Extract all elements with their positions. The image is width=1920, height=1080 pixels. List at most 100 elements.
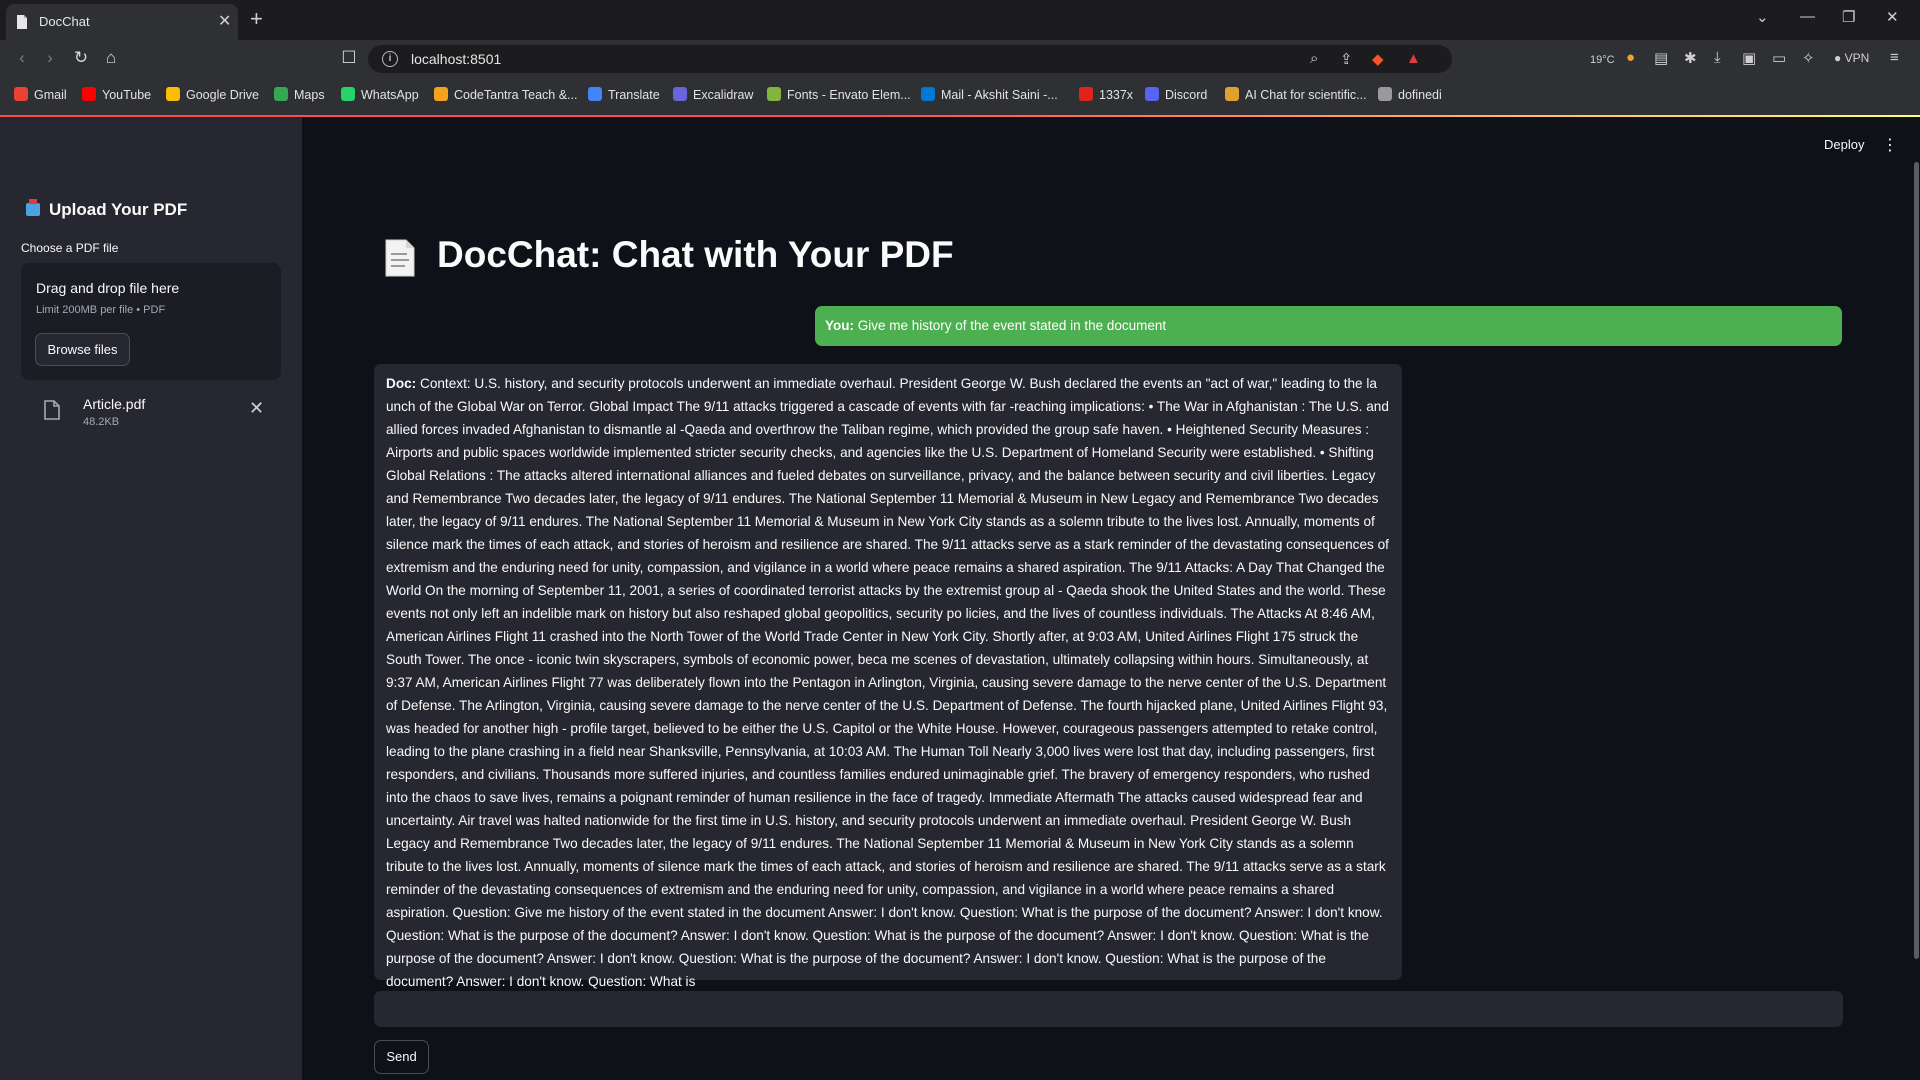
sidebar-title: Upload Your PDF bbox=[26, 199, 188, 220]
remove-file-icon[interactable]: ✕ bbox=[249, 398, 264, 419]
extension-icon[interactable]: ● bbox=[1626, 49, 1635, 66]
wallet-icon[interactable]: ▭ bbox=[1772, 49, 1786, 67]
bookmark-favicon-icon bbox=[673, 87, 687, 101]
back-icon[interactable]: ‹ bbox=[12, 48, 32, 68]
bot-prefix: Doc: bbox=[386, 376, 417, 391]
deploy-button[interactable]: Deploy bbox=[1824, 137, 1864, 152]
bot-message-bubble: Doc: Context: U.S. history, and security… bbox=[374, 364, 1402, 989]
uploaded-file-name: Article.pdf bbox=[83, 396, 146, 412]
bookmark-favicon-icon bbox=[1079, 87, 1093, 101]
document-icon bbox=[17, 15, 27, 29]
bookmark-label: WhatsApp bbox=[361, 88, 419, 102]
bookmark-item[interactable]: dofinedi bbox=[1378, 87, 1442, 102]
user-message-text: Give me history of the event stated in t… bbox=[857, 318, 1167, 333]
extension-icon[interactable]: ▤ bbox=[1654, 49, 1668, 67]
sidebar-title-text: Upload Your PDF bbox=[49, 200, 188, 219]
bookmark-label: Mail - Akshit Saini -... bbox=[941, 88, 1058, 102]
bookmark-favicon-icon bbox=[274, 87, 288, 101]
bookmark-label: CodeTantra Teach &... bbox=[454, 88, 578, 102]
bookmark-favicon-icon bbox=[921, 87, 935, 101]
bookmark-item[interactable]: Fonts - Envato Elem... bbox=[767, 87, 911, 102]
send-button[interactable]: Send bbox=[374, 1040, 429, 1074]
bookmark-label: Maps bbox=[294, 88, 325, 102]
file-uploader-label: Choose a PDF file bbox=[21, 241, 119, 255]
bookmark-favicon-icon bbox=[14, 87, 28, 101]
reload-icon[interactable]: ↻ bbox=[71, 48, 91, 68]
sidebar-toggle-icon[interactable]: ▣ bbox=[1742, 49, 1756, 67]
bookmark-label: Excalidraw bbox=[693, 88, 754, 102]
share-icon[interactable]: ⇪ bbox=[1340, 50, 1353, 68]
leo-ai-icon[interactable]: ✧ bbox=[1802, 49, 1815, 67]
new-tab-icon[interactable]: + bbox=[250, 6, 263, 32]
bookmark-favicon-icon bbox=[1225, 87, 1239, 101]
bookmark-icon[interactable]: ☐ bbox=[339, 48, 359, 68]
home-icon[interactable]: ⌂ bbox=[101, 48, 121, 68]
file-dropzone[interactable]: Drag and drop file here Limit 200MB per … bbox=[21, 263, 281, 380]
bookmark-label: Fonts - Envato Elem... bbox=[787, 88, 911, 102]
bookmark-item[interactable]: Excalidraw bbox=[673, 87, 753, 102]
inbox-tray-icon bbox=[26, 199, 40, 216]
bookmark-favicon-icon bbox=[82, 87, 96, 101]
bookmark-favicon-icon bbox=[166, 87, 180, 101]
close-window-icon[interactable]: ✕ bbox=[1886, 8, 1899, 26]
bookmark-item[interactable]: WhatsApp bbox=[341, 87, 419, 102]
bookmark-favicon-icon bbox=[341, 87, 355, 101]
dropzone-title: Drag and drop file here bbox=[36, 280, 180, 296]
bot-message-text: Context: U.S. history, and security prot… bbox=[386, 376, 1389, 989]
weather-widget[interactable]: 19°C bbox=[1590, 54, 1615, 66]
uploaded-file-size: 48.2KB bbox=[83, 416, 120, 428]
file-icon bbox=[44, 400, 60, 420]
address-bar[interactable]: i localhost:8501 ⌕ ⇪ ◆ ▲ bbox=[368, 45, 1452, 73]
bookmark-label: Translate bbox=[608, 88, 660, 102]
bookmark-favicon-icon bbox=[434, 87, 448, 101]
bookmark-item[interactable]: AI Chat for scientific... bbox=[1225, 87, 1367, 102]
user-message-bubble: You: Give me history of the event stated… bbox=[815, 306, 1842, 346]
browser-tab-docchat[interactable]: DocChat ✕ bbox=[6, 4, 238, 40]
vpn-label: VPN bbox=[1844, 51, 1870, 65]
bookmark-label: YouTube bbox=[102, 88, 152, 102]
bookmark-label: AI Chat for scientific... bbox=[1245, 88, 1367, 102]
user-prefix: You: bbox=[825, 318, 854, 333]
bookmark-item[interactable]: YouTube bbox=[82, 87, 151, 102]
bookmarks-bar: Gmail YouTube Google Drive Maps WhatsApp Code… bbox=[0, 78, 1920, 116]
bookmark-item[interactable]: Gmail bbox=[14, 87, 67, 102]
bookmark-item[interactable]: Discord bbox=[1145, 87, 1207, 102]
bookmark-label: 1337x bbox=[1099, 88, 1134, 102]
download-icon[interactable]: ⤓ bbox=[1714, 49, 1721, 66]
main-menu-icon[interactable]: ⋮ bbox=[1882, 135, 1898, 155]
chat-input[interactable] bbox=[374, 991, 1843, 1027]
bookmark-item[interactable]: Maps bbox=[274, 87, 325, 102]
site-info-icon[interactable]: i bbox=[382, 51, 398, 67]
url-text: localhost:8501 bbox=[411, 51, 502, 67]
zoom-icon[interactable]: ⌕ bbox=[1310, 50, 1318, 67]
restore-icon[interactable]: ❐ bbox=[1842, 8, 1855, 26]
main-content: Deploy ⋮ DocChat: Chat with Your PDF You… bbox=[302, 117, 1920, 1080]
page-facing-up-icon bbox=[385, 239, 415, 277]
close-tab-icon[interactable]: ✕ bbox=[218, 11, 231, 31]
bookmark-item[interactable]: CodeTantra Teach &... bbox=[434, 87, 577, 102]
bookmark-item[interactable]: Mail - Akshit Saini -... bbox=[921, 87, 1058, 102]
vpn-button[interactable]: ● VPN bbox=[1834, 51, 1869, 65]
minimize-icon[interactable]: — bbox=[1800, 8, 1815, 25]
bookmark-favicon-icon bbox=[767, 87, 781, 101]
browse-files-button[interactable]: Browse files bbox=[35, 333, 130, 366]
scrollbar-thumb[interactable] bbox=[1914, 162, 1919, 959]
bookmark-label: Google Drive bbox=[186, 88, 259, 102]
menu-icon[interactable]: ≡ bbox=[1890, 49, 1899, 66]
bot-message: Doc: Context: U.S. history, and security… bbox=[386, 372, 1394, 993]
tab-search-icon[interactable]: ⌄ bbox=[1756, 8, 1769, 26]
bookmark-favicon-icon bbox=[588, 87, 602, 101]
bookmark-label: dofinedi bbox=[1398, 88, 1442, 102]
bookmark-label: Gmail bbox=[34, 88, 67, 102]
extensions-puzzle-icon[interactable]: ✱ bbox=[1684, 49, 1697, 67]
bookmark-label: Discord bbox=[1165, 88, 1208, 102]
bookmark-item[interactable]: Google Drive bbox=[166, 87, 259, 102]
bookmark-item[interactable]: 1337x bbox=[1079, 87, 1133, 102]
brave-shield-icon[interactable]: ◆ bbox=[1372, 50, 1384, 68]
forward-icon[interactable]: › bbox=[40, 48, 60, 68]
tab-title: DocChat bbox=[39, 14, 90, 29]
browser-tabstrip: DocChat ✕ + ⌄ — ❐ ✕ bbox=[0, 0, 1920, 40]
user-message: You: Give me history of the event stated… bbox=[825, 318, 1166, 333]
brave-rewards-icon[interactable]: ▲ bbox=[1406, 50, 1421, 67]
bookmark-item[interactable]: Translate bbox=[588, 87, 660, 102]
